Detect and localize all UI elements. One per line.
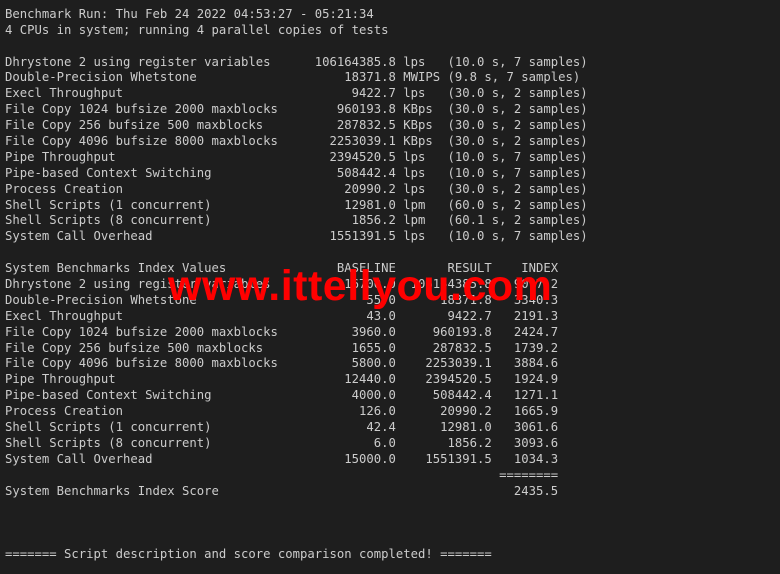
result-row: Shell Scripts (8 concurrent) 1856.2 lpm … — [5, 213, 588, 228]
result-row: Pipe-based Context Switching 508442.4 lp… — [5, 165, 588, 180]
result-row: Dhrystone 2 using register variables 106… — [5, 54, 588, 69]
result-row: Pipe Throughput 2394520.5 lps (10.0 s, 7… — [5, 149, 588, 164]
index-table-row: Process Creation 126.0 20990.2 1665.9 — [5, 404, 559, 419]
result-row: Double-Precision Whetstone 18371.8 MWIPS… — [5, 70, 581, 85]
cpu-info-line: 4 CPUs in system; running 4 parallel cop… — [5, 22, 389, 37]
index-table-row: File Copy 1024 bufsize 2000 maxblocks 39… — [5, 324, 559, 339]
index-table-row: File Copy 4096 bufsize 8000 maxblocks 58… — [5, 356, 559, 371]
index-table-row: File Copy 256 bufsize 500 maxblocks 1655… — [5, 340, 559, 355]
benchmark-run-line: Benchmark Run: Thu Feb 24 2022 04:53:27 … — [5, 6, 374, 21]
index-total-separator: ======== — [5, 467, 559, 482]
index-table-row: Execl Throughput 43.0 9422.7 2191.3 — [5, 308, 559, 323]
result-row: File Copy 4096 bufsize 8000 maxblocks 22… — [5, 134, 588, 149]
index-table-row: Pipe-based Context Switching 4000.0 5084… — [5, 388, 559, 403]
watermark: www.ittellyou.com — [168, 262, 553, 310]
separator-line: ----------------------------------------… — [5, 0, 588, 7]
result-row: Execl Throughput 9422.7 lps (30.0 s, 2 s… — [5, 86, 588, 101]
index-table-row: System Call Overhead 15000.0 1551391.5 1… — [5, 451, 559, 466]
index-score-line: System Benchmarks Index Score 2435.5 — [5, 483, 559, 498]
index-table-row: Shell Scripts (8 concurrent) 6.0 1856.2 … — [5, 435, 559, 450]
index-table-row: Shell Scripts (1 concurrent) 42.4 12981.… — [5, 420, 559, 435]
result-row: File Copy 256 bufsize 500 maxblocks 2878… — [5, 118, 588, 133]
result-row: Shell Scripts (1 concurrent) 12981.0 lpm… — [5, 197, 588, 212]
result-row: Process Creation 20990.2 lps (30.0 s, 2 … — [5, 181, 588, 196]
completion-message: ======= Script description and score com… — [5, 547, 492, 562]
result-row: System Call Overhead 1551391.5 lps (10.0… — [5, 229, 588, 244]
result-row: File Copy 1024 bufsize 2000 maxblocks 96… — [5, 102, 588, 117]
index-table-row: Pipe Throughput 12440.0 2394520.5 1924.9 — [5, 372, 559, 387]
